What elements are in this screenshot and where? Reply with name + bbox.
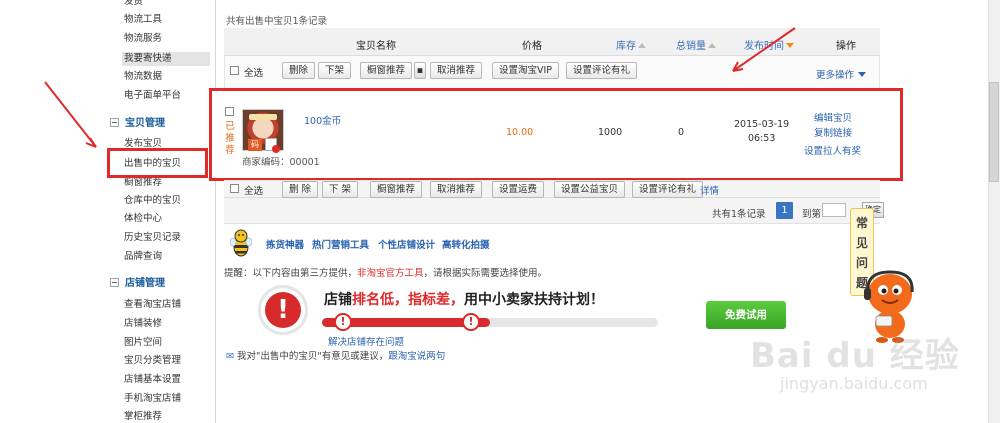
arrow-to-sidebar: [44, 81, 97, 148]
arrow-to-row: [732, 27, 796, 72]
page-frame: 发货 物流工具 物流服务 我要寄快递 物流数据 电子面单平台 宝贝管理 发布宝贝…: [0, 0, 1000, 423]
annotation-arrows: [44, 27, 796, 148]
